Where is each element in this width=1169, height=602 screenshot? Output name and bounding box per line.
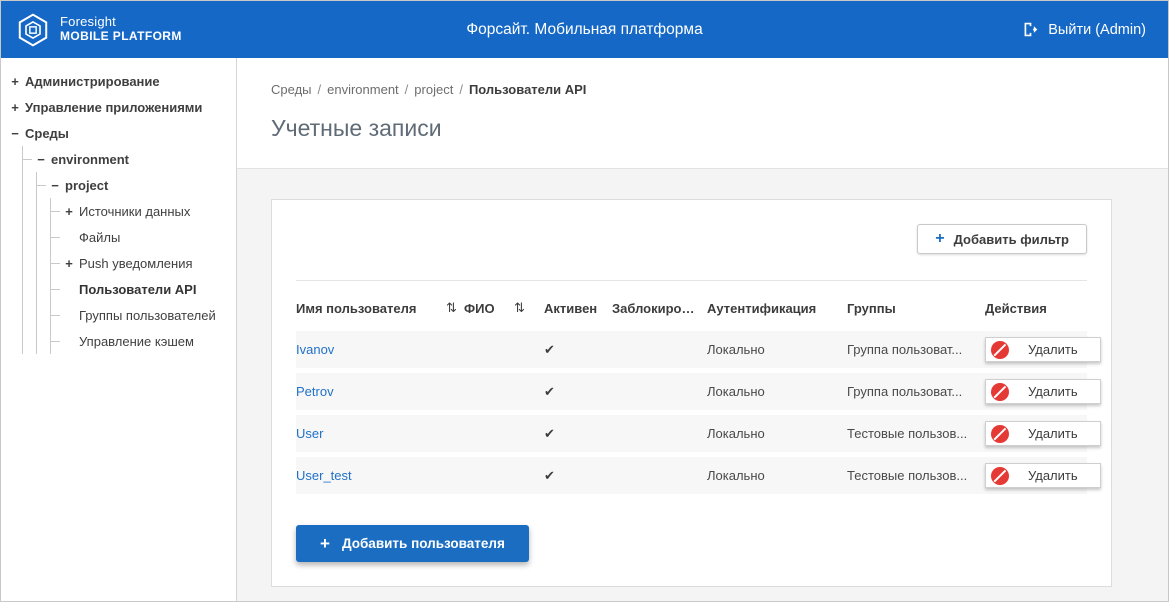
expand-icon[interactable]: + (63, 204, 75, 219)
username-link[interactable]: User_test (296, 468, 446, 483)
username-link[interactable]: Ivanov (296, 342, 446, 357)
breadcrumb-environments[interactable]: Среды (271, 82, 312, 97)
tree-group-environments: − environment − project + Источники данн… (22, 146, 236, 354)
active-check-icon: ✔ (544, 426, 612, 442)
app-window: Foresight MOBILE PLATFORM Форсайт. Мобил… (0, 0, 1169, 602)
breadcrumb-api-users: Пользователи API (469, 82, 586, 97)
col-blocked: Заблокирован (612, 301, 707, 316)
breadcrumb-environment[interactable]: environment (327, 82, 399, 97)
sidebar-item-environment[interactable]: − environment (23, 146, 236, 172)
delete-button[interactable]: Удалить (985, 463, 1101, 488)
groups-cell: Тестовые пользов... (847, 468, 985, 483)
groups-cell: Группа пользоват... (847, 384, 985, 399)
plus-icon: + (935, 231, 944, 247)
sort-icon-fio[interactable]: ⇅ (514, 300, 544, 316)
content-area: + Добавить фильтр Имя пользователя ⇅ ФИО… (237, 169, 1168, 601)
expand-icon[interactable]: + (9, 74, 21, 89)
add-filter-button[interactable]: + Добавить фильтр (917, 224, 1087, 254)
groups-cell: Тестовые пользов... (847, 426, 985, 441)
page-title: Учетные записи (271, 115, 1168, 142)
table-header-row: Имя пользователя ⇅ ФИО ⇅ Активен Заблоки… (296, 281, 1087, 331)
main-area: Среды/environment/project/Пользователи A… (237, 58, 1168, 601)
table-row: User_test ✔ Локально Тестовые пользов... (296, 457, 1087, 494)
logout-button[interactable]: Выйти (Admin) (1022, 21, 1168, 38)
col-fio: ФИО (464, 301, 514, 316)
add-filter-label: Добавить фильтр (954, 232, 1069, 247)
active-check-icon: ✔ (544, 342, 612, 358)
brand-logo: Foresight MOBILE PLATFORM (1, 12, 182, 48)
col-actions: Действия (985, 301, 1087, 316)
auth-cell: Локально (707, 342, 847, 357)
col-groups: Группы (847, 301, 985, 316)
table-row: Petrov ✔ Локально Группа пользоват... (296, 373, 1087, 410)
active-check-icon: ✔ (544, 384, 612, 400)
col-auth: Аутентификация (707, 301, 847, 316)
plus-icon: + (320, 535, 330, 552)
breadcrumb: Среды/environment/project/Пользователи A… (271, 82, 1168, 97)
block-icon (991, 341, 1009, 359)
table-row: User ✔ Локально Тестовые пользов... (296, 415, 1087, 452)
logout-icon (1022, 21, 1039, 38)
username-link[interactable]: User (296, 426, 446, 441)
block-icon (991, 383, 1009, 401)
auth-cell: Локально (707, 426, 847, 441)
delete-button[interactable]: Удалить (985, 337, 1101, 362)
auth-cell: Локально (707, 384, 847, 399)
delete-button[interactable]: Удалить (985, 379, 1101, 404)
sort-icon-username[interactable]: ⇅ (446, 300, 464, 316)
sidebar-item-files[interactable]: Файлы (51, 224, 236, 250)
collapse-icon[interactable]: − (49, 178, 61, 193)
tree-group-project: + Источники данных Файлы + Push уведомле… (50, 198, 236, 354)
brand-subtitle: MOBILE PLATFORM (60, 30, 182, 44)
collapse-icon[interactable]: − (35, 152, 47, 167)
expand-icon[interactable]: + (9, 100, 21, 115)
sidebar-item-app-management[interactable]: + Управление приложениями (9, 94, 236, 120)
col-active: Активен (544, 301, 612, 316)
username-link[interactable]: Petrov (296, 384, 446, 399)
sidebar-item-environments[interactable]: − Среды (9, 120, 236, 146)
sidebar-item-cache-management[interactable]: Управление кэшем (51, 328, 236, 354)
groups-cell: Группа пользоват... (847, 342, 985, 357)
collapse-icon[interactable]: − (9, 126, 21, 141)
brand-text: Foresight MOBILE PLATFORM (60, 15, 182, 44)
foresight-logo-icon (15, 12, 51, 48)
sidebar-item-api-users[interactable]: Пользователи API (51, 276, 236, 302)
sidebar-item-administration[interactable]: + Администрирование (9, 68, 236, 94)
table-row: Ivanov ✔ Локально Группа пользоват... (296, 331, 1087, 368)
active-check-icon: ✔ (544, 468, 612, 484)
users-card: + Добавить фильтр Имя пользователя ⇅ ФИО… (271, 199, 1112, 587)
add-user-label: Добавить пользователя (342, 536, 505, 551)
col-username: Имя пользователя (296, 301, 446, 316)
auth-cell: Локально (707, 468, 847, 483)
sidebar-item-data-sources[interactable]: + Источники данных (51, 198, 236, 224)
expand-icon[interactable]: + (63, 256, 75, 271)
sidebar-item-project[interactable]: − project (37, 172, 236, 198)
block-icon (991, 467, 1009, 485)
logout-label: Выйти (Admin) (1048, 22, 1146, 38)
brand-name: Foresight (60, 15, 182, 30)
breadcrumb-project[interactable]: project (414, 82, 453, 97)
delete-button[interactable]: Удалить (985, 421, 1101, 446)
users-table: Имя пользователя ⇅ ФИО ⇅ Активен Заблоки… (296, 280, 1087, 494)
sidebar-item-push-notifications[interactable]: + Push уведомления (51, 250, 236, 276)
page-header: Среды/environment/project/Пользователи A… (237, 58, 1168, 169)
sidebar-tree: + Администрирование + Управление приложе… (1, 58, 237, 601)
sidebar-item-user-groups[interactable]: Группы пользователей (51, 302, 236, 328)
block-icon (991, 425, 1009, 443)
top-header: Foresight MOBILE PLATFORM Форсайт. Мобил… (1, 1, 1168, 58)
add-user-button[interactable]: + Добавить пользователя (296, 525, 529, 562)
tree-group-environment: − project + Источники данных Файлы (36, 172, 236, 354)
